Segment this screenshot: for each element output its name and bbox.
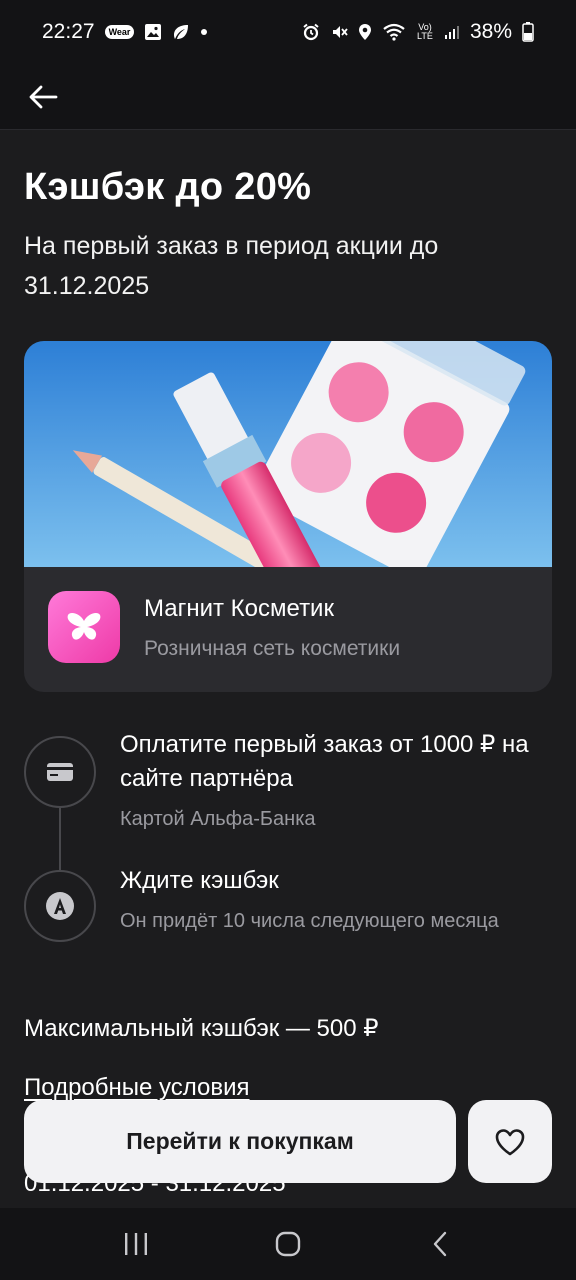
steps-list: Оплатите первый заказ от 1000 ₽ на сайте… <box>24 728 552 988</box>
main-content[interactable]: Кэшбэк до 20% На первый заказ в период а… <box>0 130 576 1208</box>
partner-card[interactable]: Магнит Косметик Розничная сеть косметики <box>24 341 552 692</box>
arrow-left-icon <box>29 85 58 108</box>
max-cashback-text: Максимальный кэшбэк — 500 ₽ <box>24 1015 379 1042</box>
partner-description: Розничная сеть косметики <box>144 637 401 660</box>
step-2-subtitle: Он придёт 10 числа следующего месяца <box>120 910 499 932</box>
battery-icon <box>522 22 534 42</box>
wifi-icon <box>382 23 406 41</box>
gallery-icon <box>144 23 162 41</box>
page-title: Кэшбэк до 20% <box>24 166 312 208</box>
back-button[interactable] <box>26 80 60 114</box>
location-icon <box>358 23 372 41</box>
alarm-icon <box>302 23 320 41</box>
status-right: Vo) LTE 38% <box>302 20 534 44</box>
partner-info: Магнит Косметик Розничная сеть косметики <box>24 567 552 692</box>
butterfly-icon <box>67 613 101 640</box>
system-back-button[interactable] <box>410 1214 470 1274</box>
wear-badge: Wear <box>104 25 135 39</box>
favorite-button[interactable] <box>468 1100 552 1183</box>
home-icon <box>275 1231 301 1257</box>
go-shopping-button[interactable]: Перейти к покупкам <box>24 1100 456 1183</box>
signal-icon <box>444 24 460 40</box>
bottom-actions: Перейти к покупкам <box>0 1100 576 1184</box>
clock: 22:27 <box>42 20 95 43</box>
mute-icon <box>330 23 348 41</box>
app-header <box>0 64 576 130</box>
step-2: Ждите кэшбэк Он придёт 10 числа следующе… <box>120 864 550 938</box>
step-1-subtitle: Картой Альфа-Банка <box>120 808 316 830</box>
status-bar: 22:27 Wear Vo) LTE 38% <box>0 0 576 64</box>
recents-icon <box>125 1233 147 1255</box>
step-1-title: Оплатите первый заказ от 1000 ₽ на сайте… <box>120 731 529 792</box>
leaf-icon <box>172 23 190 41</box>
steps-connector-line <box>59 800 61 870</box>
partner-name: Магнит Косметик <box>144 595 334 622</box>
notification-dot-icon <box>200 28 208 36</box>
step-2-circle <box>24 870 96 942</box>
recents-button[interactable] <box>106 1214 166 1274</box>
status-left: 22:27 Wear <box>42 20 208 44</box>
step-1-circle <box>24 736 96 808</box>
home-button[interactable] <box>258 1214 318 1274</box>
alfa-logo-icon <box>46 892 74 920</box>
volte-label: Vo) LTE <box>417 22 433 41</box>
back-chevron-icon <box>433 1231 447 1257</box>
details-link[interactable]: Подробные условия <box>24 1074 250 1102</box>
step-1: Оплатите первый заказ от 1000 ₽ на сайте… <box>120 728 550 836</box>
battery-percent: 38% <box>469 20 512 43</box>
heart-icon <box>495 1128 525 1155</box>
card-icon <box>47 763 73 781</box>
promo-subtitle: На первый заказ в период акции до 31.12.… <box>24 232 439 300</box>
system-nav-bar <box>0 1208 576 1280</box>
step-2-title: Ждите кэшбэк <box>120 867 279 894</box>
partner-logo <box>48 591 120 663</box>
cosmetics-banner-image <box>24 341 552 567</box>
